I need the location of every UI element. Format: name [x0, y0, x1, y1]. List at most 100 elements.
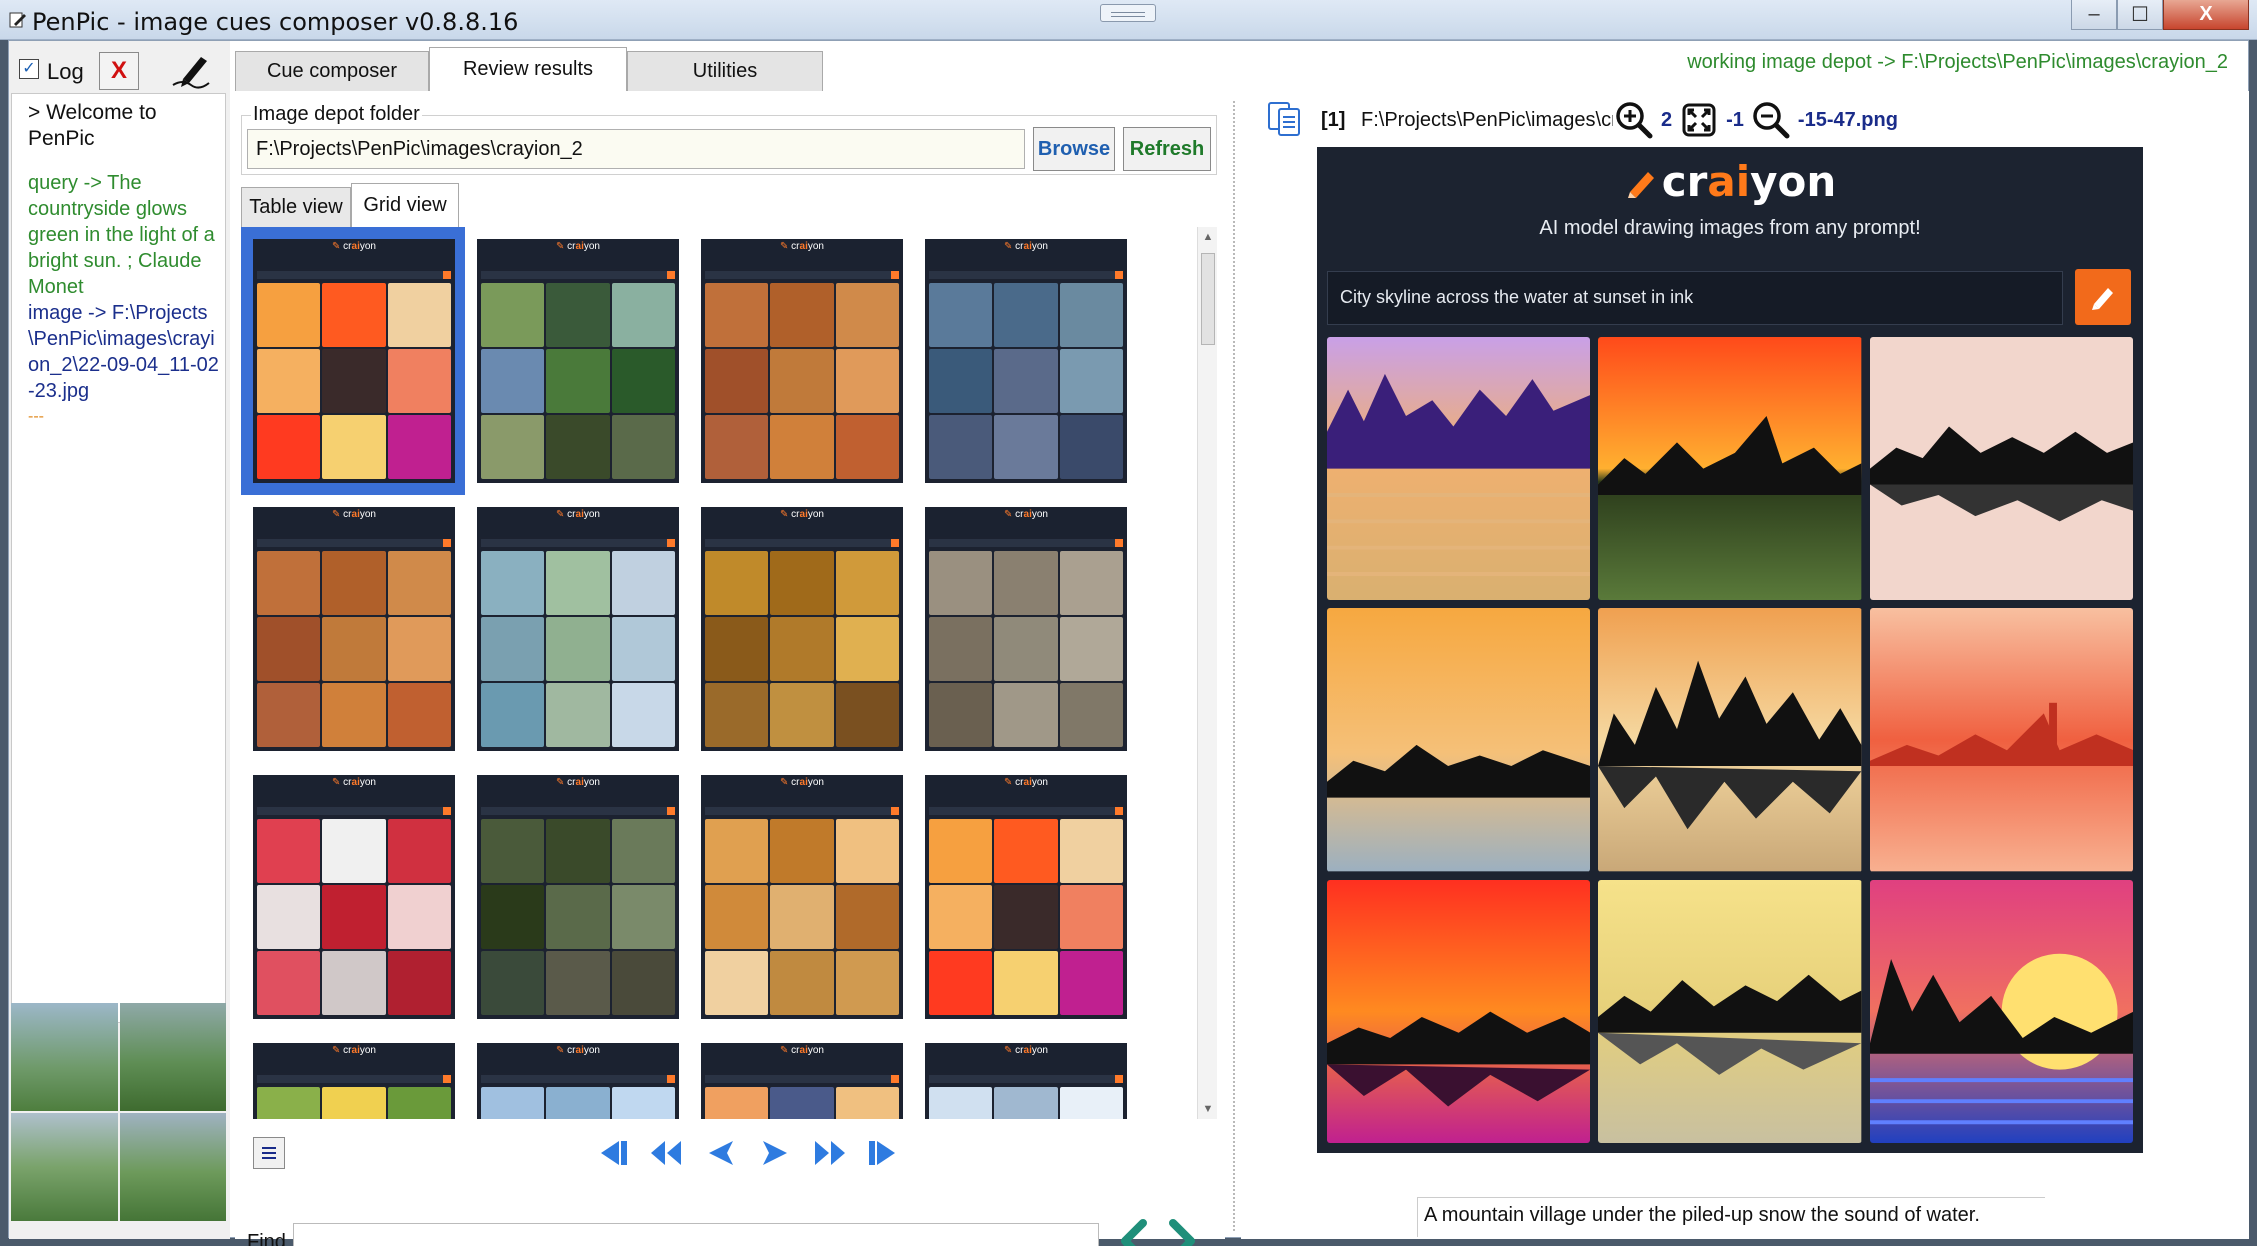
- mini-tile: [322, 683, 386, 747]
- grid-thumbnail[interactable]: ✎ craiyon: [241, 763, 465, 1031]
- result-image: [1598, 337, 1862, 601]
- mini-tile: [322, 617, 386, 681]
- grid-thumbnail[interactable]: ✎ craiyon: [465, 763, 689, 1031]
- grid-thumbnail[interactable]: ✎ craiyon: [689, 227, 913, 495]
- menu-button[interactable]: [253, 1137, 285, 1169]
- mini-tile: [994, 283, 1058, 347]
- depot-group-label: Image depot folder: [251, 103, 422, 126]
- mini-tile: [257, 885, 321, 949]
- depot-path-input[interactable]: [247, 129, 1025, 169]
- mini-tile: [481, 415, 545, 479]
- mini-tile: [611, 551, 675, 615]
- fit-screen-button[interactable]: [1678, 99, 1721, 141]
- mini-tile: [481, 683, 545, 747]
- mini-tile: [322, 283, 386, 347]
- grid-thumbnail[interactable]: ✎ craiyon: [465, 227, 689, 495]
- back-button[interactable]: [701, 1135, 741, 1171]
- mini-tile: [322, 349, 386, 413]
- fast-back-button[interactable]: [647, 1135, 687, 1171]
- mini-tile: [994, 885, 1058, 949]
- mini-tile: [481, 551, 545, 615]
- main-tabs: Cue composer Review results Utilities: [233, 47, 1233, 91]
- maximize-button[interactable]: ☐: [2117, 0, 2163, 30]
- refresh-button[interactable]: Refresh: [1123, 127, 1211, 171]
- scroll-thumb[interactable]: [1201, 253, 1215, 345]
- copy-icon[interactable]: [1265, 99, 1303, 139]
- mini-tile: [387, 885, 451, 949]
- thumbnail-mini-grid: [481, 819, 675, 1015]
- mini-tile: [322, 951, 386, 1015]
- thumbnail-mini-grid: [481, 283, 675, 479]
- grid-thumbnail[interactable]: ✎ craiyon: [241, 227, 465, 495]
- mini-tile: [1059, 617, 1123, 681]
- find-next-icon[interactable]: [1161, 1217, 1201, 1246]
- fast-back-icon: [651, 1141, 681, 1165]
- grid-thumbnail[interactable]: ✎ craiyon: [913, 495, 1137, 763]
- scroll-up-arrow[interactable]: ▲: [1202, 231, 1214, 243]
- title-grip[interactable]: [1100, 4, 1156, 22]
- minimize-button[interactable]: –: [2071, 0, 2117, 30]
- preview-tile: [11, 1113, 118, 1221]
- mini-tile: [929, 617, 993, 681]
- tab-cue-composer[interactable]: Cue composer: [235, 51, 429, 91]
- log-panel: ✓ Log X > Welcome to PenPic query -> The…: [9, 41, 230, 1239]
- thumbnail-image: ✎ craiyon: [253, 507, 455, 751]
- mini-tile: [322, 415, 386, 479]
- forward-button[interactable]: [755, 1135, 795, 1171]
- log-output[interactable]: > Welcome to PenPic query -> The country…: [11, 93, 226, 1023]
- thumbnail-grid-area[interactable]: ✎ craiyon ✎ craiyon ✎ craiyon ✎ craiyon ✎ cr…: [241, 227, 1195, 1119]
- pane-splitter[interactable]: [1233, 101, 1239, 1231]
- grid-thumbnail[interactable]: ✎ craiyon: [689, 763, 913, 1031]
- grid-thumbnail[interactable]: ✎ craiyon: [241, 495, 465, 763]
- image-display[interactable]: craiyon AI model drawing images from any…: [1317, 147, 2143, 1153]
- preview-tile: [119, 1113, 226, 1221]
- thumbnail-header: ✎ craiyon: [701, 1043, 903, 1073]
- zoom-out-icon: [1753, 102, 1790, 139]
- grid-scrollbar[interactable]: ▲ ▼: [1197, 227, 1217, 1119]
- zoom-in-button[interactable]: [1613, 99, 1655, 141]
- grid-thumbnail[interactable]: ✎ craiyon: [689, 495, 913, 763]
- tab-review-results[interactable]: Review results: [429, 47, 627, 91]
- first-page-button[interactable]: [593, 1135, 633, 1171]
- grid-thumbnail[interactable]: ✎ craiyon: [689, 1031, 913, 1119]
- tab-table-view[interactable]: Table view: [241, 187, 351, 227]
- fast-forward-button[interactable]: [809, 1135, 849, 1171]
- mini-tile: [387, 951, 451, 1015]
- grid-thumbnail[interactable]: ✎ craiyon: [465, 1031, 689, 1119]
- find-input[interactable]: [293, 1223, 1099, 1246]
- mini-tile: [835, 683, 899, 747]
- mini-tile: [770, 819, 834, 883]
- mini-tile: [835, 819, 899, 883]
- mini-tile: [481, 349, 545, 413]
- scroll-down-arrow[interactable]: ▼: [1202, 1103, 1214, 1115]
- clear-log-button[interactable]: X: [99, 52, 139, 90]
- mini-tile: [387, 349, 451, 413]
- log-checkbox[interactable]: ✓: [19, 59, 39, 79]
- pen-icon[interactable]: [169, 49, 213, 89]
- zoom-out-button[interactable]: [1749, 99, 1792, 141]
- grid-thumbnail[interactable]: ✎ craiyon: [913, 1031, 1137, 1119]
- thumbnail-header: ✎ craiyon: [701, 507, 903, 537]
- tab-utilities[interactable]: Utilities: [627, 51, 823, 91]
- mini-tile: [835, 415, 899, 479]
- thumbnail-prompt-bar: [481, 807, 675, 815]
- last-page-button[interactable]: [863, 1135, 903, 1171]
- app-icon: [9, 12, 26, 28]
- grid-thumbnail[interactable]: ✎ craiyon: [465, 495, 689, 763]
- thumbnail-image: ✎ craiyon: [925, 239, 1127, 483]
- mini-tile: [770, 617, 834, 681]
- grid-thumbnail[interactable]: ✎ craiyon: [913, 763, 1137, 1031]
- mini-tile: [835, 951, 899, 1015]
- mini-tile: [322, 1087, 386, 1119]
- grid-thumbnail[interactable]: ✎ craiyon: [241, 1031, 465, 1119]
- log-image-preview: [11, 1003, 226, 1221]
- thumbnail-image: ✎ craiyon: [253, 1043, 455, 1119]
- image-index: [1]: [1321, 109, 1346, 131]
- close-button[interactable]: X: [2163, 0, 2249, 30]
- tab-grid-view[interactable]: Grid view: [351, 183, 459, 227]
- grid-thumbnail[interactable]: ✎ craiyon: [913, 227, 1137, 495]
- mini-tile: [387, 551, 451, 615]
- find-prev-icon[interactable]: [1115, 1217, 1155, 1246]
- browse-button[interactable]: Browse: [1033, 127, 1115, 171]
- mini-logo: ✎ craiyon: [556, 777, 600, 788]
